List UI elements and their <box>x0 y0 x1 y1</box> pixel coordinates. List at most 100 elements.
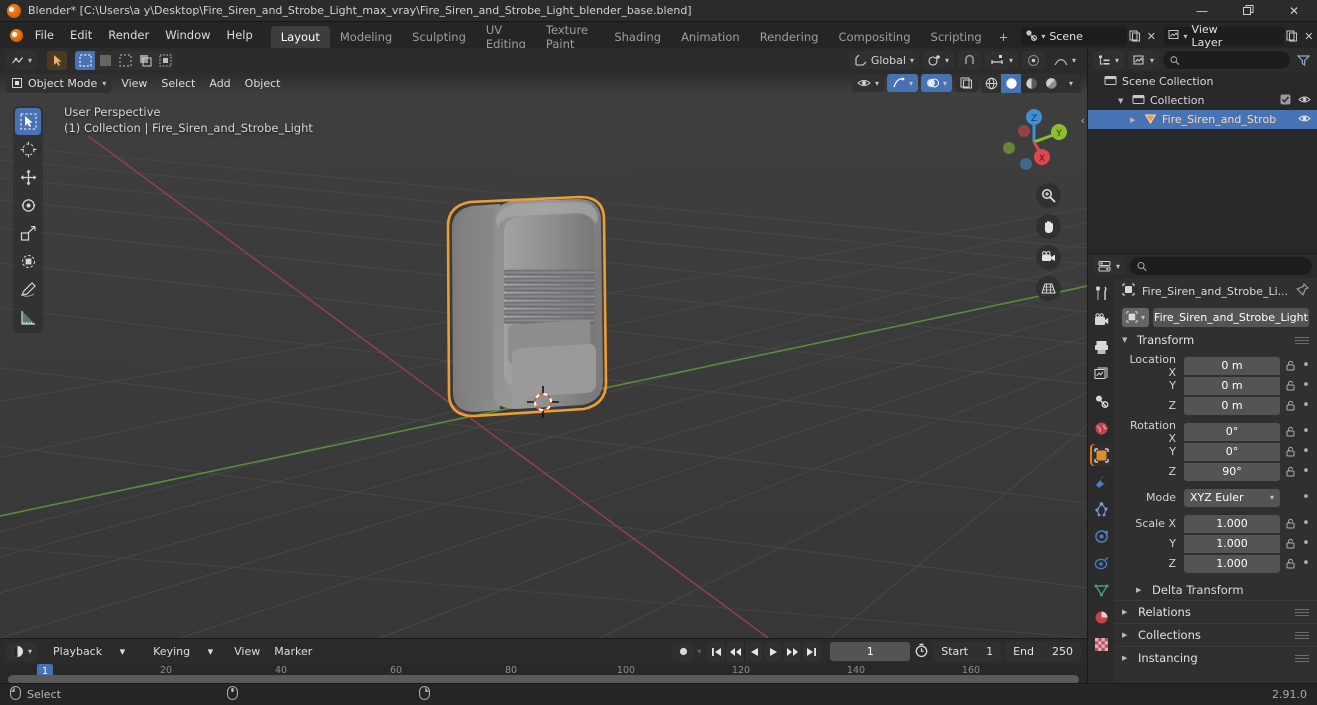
eye-icon[interactable] <box>1298 94 1311 108</box>
disclosure-triangle-down-icon[interactable]: ▼ <box>1118 97 1127 105</box>
proportional-edit-button[interactable] <box>1021 51 1045 69</box>
properties-tab-particles[interactable] <box>1090 498 1112 520</box>
relations-panel[interactable]: ▶ Relations <box>1114 600 1317 623</box>
tool-transform[interactable] <box>15 248 41 275</box>
disclosure-triangle-right-icon[interactable]: ▶ <box>1122 608 1131 616</box>
select-box-icon[interactable] <box>75 50 96 70</box>
new-view-layer-icon[interactable] <box>1284 27 1300 45</box>
tab-texture-paint[interactable]: Texture Paint <box>536 23 604 51</box>
play-button[interactable] <box>764 642 784 661</box>
editor-type-button[interactable]: ▾ <box>6 51 38 69</box>
object-type-selector[interactable]: ▾ <box>1122 307 1150 327</box>
toggle-xray-square-button[interactable] <box>955 74 978 92</box>
menu-file[interactable]: File <box>27 25 62 45</box>
shading-rendered-icon[interactable] <box>1041 74 1061 93</box>
tab-uv-editing[interactable]: UV Editing <box>476 23 536 51</box>
properties-tab-texture[interactable] <box>1090 633 1112 655</box>
tab-sculpting[interactable]: Sculpting <box>402 26 476 48</box>
lock-icon[interactable] <box>1284 558 1297 569</box>
minimize-button[interactable]: — <box>1179 0 1225 22</box>
restore-button[interactable] <box>1225 0 1271 22</box>
sidebar-collapse-arrow-icon[interactable]: ‹ <box>1081 114 1085 127</box>
viewport-menu-add[interactable]: Add <box>202 75 237 92</box>
tab-modeling[interactable]: Modeling <box>330 26 402 48</box>
timeline-ruler[interactable]: 20 40 60 80 100 120 140 160 1 <box>0 664 1087 684</box>
select-extend-icon[interactable] <box>135 51 155 70</box>
outliner-row-object[interactable]: ▶ Fire_Siren_and_Strob <box>1088 110 1317 129</box>
object-name-field[interactable]: Fire_Siren_and_Strobe_Light <box>1153 307 1309 327</box>
new-scene-icon[interactable] <box>1127 27 1143 45</box>
properties-tab-physics[interactable] <box>1090 525 1112 547</box>
animate-property-dot[interactable]: • <box>1301 424 1311 439</box>
tweak-tool-icon[interactable] <box>47 50 68 70</box>
outliner-search-input[interactable] <box>1163 51 1290 69</box>
delete-scene-icon[interactable]: ✕ <box>1143 27 1159 45</box>
tool-move[interactable] <box>15 164 41 191</box>
select-circle-icon[interactable] <box>95 51 115 70</box>
animate-property-dot[interactable]: • <box>1301 516 1311 531</box>
timeline-editor-type-button[interactable]: ▾ <box>6 642 38 661</box>
pin-icon[interactable] <box>1296 282 1310 299</box>
disclosure-triangle-right-icon[interactable]: ▶ <box>1122 631 1131 639</box>
navigation-gizmo[interactable]: Z Y X <box>999 106 1069 176</box>
delete-view-layer-icon[interactable]: ✕ <box>1301 27 1317 45</box>
current-frame-field[interactable]: 1 <box>830 642 911 661</box>
animate-property-dot[interactable]: • <box>1301 378 1311 393</box>
properties-tab-object[interactable] <box>1090 444 1112 466</box>
outliner-display-mode-button[interactable]: ▾ <box>1128 51 1160 69</box>
lock-icon[interactable] <box>1284 400 1297 411</box>
eye-icon[interactable] <box>1298 113 1311 127</box>
xray-toggle-button[interactable]: ▾ <box>920 74 952 92</box>
animate-property-dot[interactable]: • <box>1301 358 1311 373</box>
view-layer-selector[interactable]: ▾ View Layer <box>1163 23 1285 49</box>
pan-hand-icon[interactable] <box>1036 214 1061 239</box>
properties-tab-data[interactable] <box>1090 579 1112 601</box>
start-frame-field[interactable]: Start 1 <box>933 642 1002 661</box>
end-frame-field[interactable]: End 250 <box>1005 642 1081 661</box>
animate-property-dot[interactable]: • <box>1301 398 1311 413</box>
viewport-menu-select[interactable]: Select <box>154 75 202 92</box>
toggle-perspective-grid-icon[interactable] <box>1036 276 1061 301</box>
properties-tab-tool[interactable] <box>1090 282 1112 304</box>
timeline-editor[interactable]: ▾ Playback ▾ Keying ▾ View Marker ▾ 1 St… <box>0 638 1087 684</box>
select-intersect-icon[interactable] <box>155 51 175 70</box>
properties-search-field[interactable] <box>1152 259 1305 273</box>
tool-scale[interactable] <box>15 220 41 247</box>
3d-viewport[interactable]: ▾ Global ▾ ▾ ▾ ▾ Object Mode ▾ View Sele… <box>0 48 1087 638</box>
zoom-icon[interactable] <box>1036 183 1061 208</box>
shading-material-preview-icon[interactable] <box>1021 74 1041 93</box>
animate-property-dot[interactable]: • <box>1301 536 1311 551</box>
properties-search-input[interactable] <box>1130 257 1312 275</box>
transform-orientation-selector[interactable]: Global ▾ <box>848 51 919 69</box>
instancing-panel[interactable]: ▶ Instancing <box>1114 646 1317 669</box>
location-x-field[interactable]: 0 m <box>1184 356 1280 375</box>
lock-icon[interactable] <box>1284 360 1297 371</box>
checkbox-icon[interactable] <box>1280 94 1291 108</box>
rotation-mode-select[interactable]: XYZ Euler ▾ <box>1184 488 1280 507</box>
transform-panel-header[interactable]: ▼ Transform <box>1114 330 1317 350</box>
snap-magnet-button[interactable] <box>957 51 981 69</box>
tab-rendering[interactable]: Rendering <box>750 26 829 48</box>
animate-property-dot[interactable]: • <box>1301 556 1311 571</box>
rotation-x-field[interactable]: 0° <box>1184 422 1280 441</box>
timeline-menu-marker[interactable]: Marker <box>267 643 319 660</box>
tool-cursor[interactable] <box>15 136 41 163</box>
timeline-menu-keying[interactable]: Keying ▾ <box>139 643 227 660</box>
properties-tab-scene[interactable] <box>1090 390 1112 412</box>
disclosure-triangle-down-icon[interactable]: ▼ <box>1122 336 1131 344</box>
scale-x-field[interactable]: 1.000 <box>1184 514 1280 533</box>
rotation-z-field[interactable]: 90° <box>1184 462 1280 481</box>
show-overlays-button[interactable]: ▾ <box>886 74 918 92</box>
outliner-search-field[interactable] <box>1184 53 1283 67</box>
lock-icon[interactable] <box>1284 466 1297 477</box>
shading-wireframe-icon[interactable] <box>981 74 1001 93</box>
snap-settings-button[interactable]: ▾ <box>984 51 1018 69</box>
timeline-menu-playback[interactable]: Playback ▾ <box>39 643 139 660</box>
properties-tab-render[interactable] <box>1090 309 1112 331</box>
next-keyframe-button[interactable] <box>783 642 803 661</box>
lock-icon[interactable] <box>1284 518 1297 529</box>
viewport-menu-object[interactable]: Object <box>238 75 288 92</box>
collections-panel[interactable]: ▶ Collections <box>1114 623 1317 646</box>
filter-icon[interactable] <box>1294 51 1312 69</box>
scale-z-field[interactable]: 1.000 <box>1184 554 1280 573</box>
